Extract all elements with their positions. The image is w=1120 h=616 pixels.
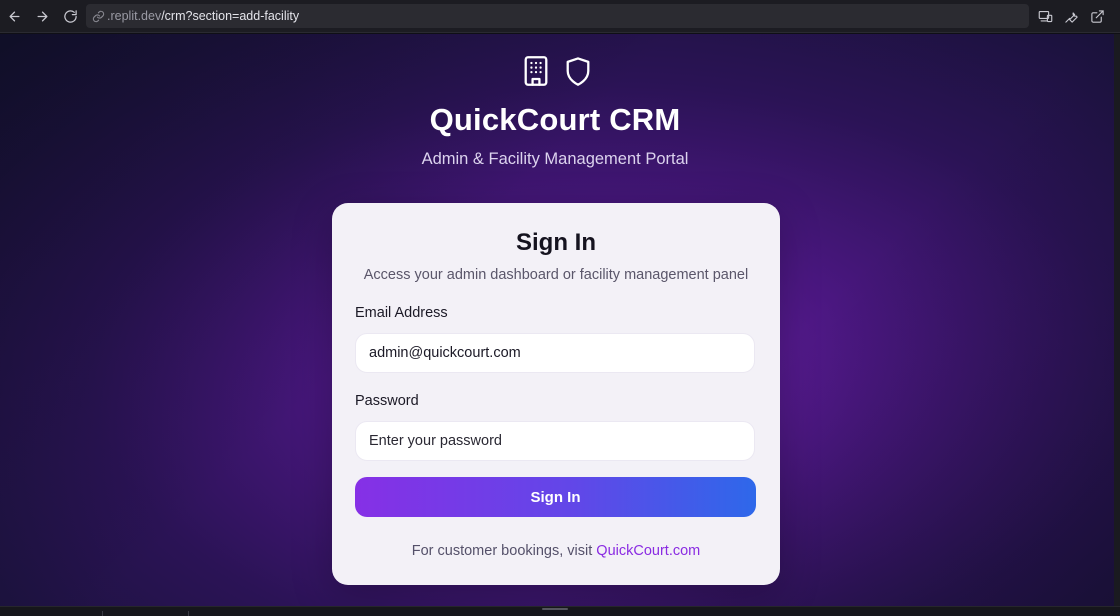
browser-toolbar: .replit.dev/crm?section=add-facility xyxy=(0,0,1120,33)
bottom-panel-strip xyxy=(0,606,1120,616)
wrench-icon xyxy=(1064,11,1078,23)
devices-icon xyxy=(1038,10,1052,22)
app-title: QuickCourt CRM xyxy=(429,102,681,137)
reload-button[interactable] xyxy=(60,6,80,26)
url-text: .replit.dev/crm?section=add-facility xyxy=(107,9,299,23)
password-label: Password xyxy=(355,393,419,409)
customer-booking-note: For customer bookings, visit QuickCourt.… xyxy=(332,543,780,559)
url-domain: .replit.dev xyxy=(107,9,162,23)
divider xyxy=(188,611,189,616)
sign-in-button[interactable]: Sign In xyxy=(355,477,756,517)
sign-in-card: Sign In Access your admin dashboard or f… xyxy=(332,203,780,585)
divider xyxy=(102,611,103,616)
hero-icons xyxy=(522,55,592,87)
page-viewport: QuickCourt CRM Admin & Facility Manageme… xyxy=(0,34,1114,606)
footer-text: For customer bookings, visit xyxy=(411,543,597,559)
arrow-right-icon xyxy=(37,11,47,21)
external-link-icon xyxy=(1090,9,1104,23)
resize-handle[interactable] xyxy=(542,608,568,610)
arrow-left-icon xyxy=(9,11,19,21)
forward-button[interactable] xyxy=(32,6,52,26)
url-path: /crm?section=add-facility xyxy=(161,9,300,23)
email-field[interactable] xyxy=(355,333,755,373)
sign-in-title: Sign In xyxy=(516,229,596,256)
back-button[interactable] xyxy=(4,6,24,26)
devices-button[interactable] xyxy=(1036,7,1054,25)
address-bar[interactable]: .replit.dev/crm?section=add-facility xyxy=(86,4,1029,28)
shield-icon xyxy=(566,57,590,86)
app-subtitle: Admin & Facility Management Portal xyxy=(421,150,689,168)
sign-in-subtitle: Access your admin dashboard or facility … xyxy=(363,267,749,283)
tools-button[interactable] xyxy=(1062,7,1080,25)
quickcourt-link[interactable]: QuickCourt.com xyxy=(596,543,700,559)
building-icon xyxy=(524,56,548,86)
password-field[interactable] xyxy=(355,421,755,461)
link-icon xyxy=(92,10,105,23)
open-external-button[interactable] xyxy=(1088,7,1106,25)
reload-icon xyxy=(63,9,77,23)
scrollbar[interactable] xyxy=(1114,34,1120,606)
email-label: Email Address xyxy=(355,305,448,321)
